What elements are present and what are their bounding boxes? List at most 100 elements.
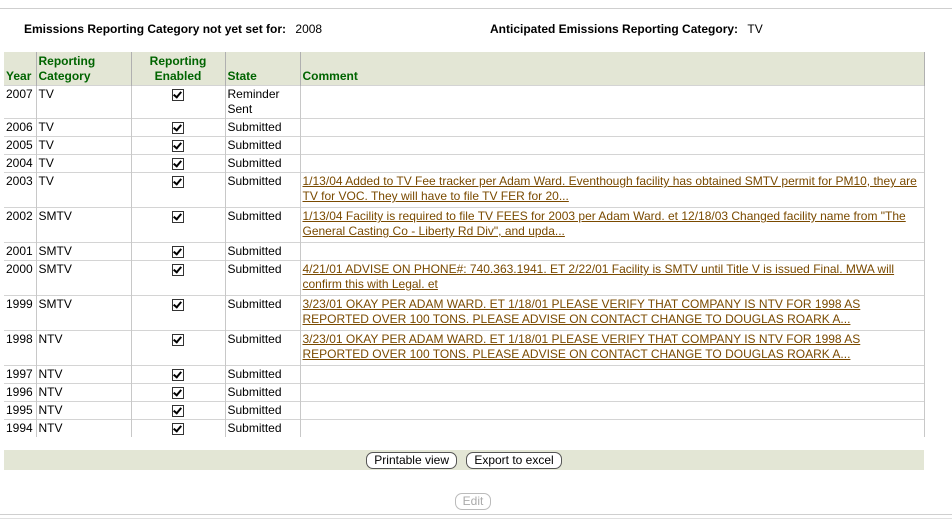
column-header-year: Year (4, 52, 37, 86)
category-cell: NTV (36, 330, 132, 366)
enabled-checkbox[interactable] (172, 334, 184, 347)
comment-cell: 1/13/04 Facility is required to file TV … (300, 207, 925, 243)
category-cell: TV (36, 136, 132, 155)
table-row: 2005 TV Submitted (4, 136, 925, 155)
reporting-table-container: Year Reporting Category Reporting Enable… (4, 52, 925, 437)
year-cell: 2001 (4, 242, 37, 261)
table-footer-bar: Printable view Export to excel (4, 450, 924, 470)
not-yet-set-label: Emissions Reporting Category not yet set… (24, 22, 287, 36)
state-cell: Submitted (225, 242, 301, 261)
state-cell: Submitted (225, 295, 301, 331)
year-cell: 2003 (4, 172, 37, 208)
enabled-checkbox[interactable] (172, 122, 184, 135)
year-cell: 1994 (4, 419, 37, 437)
year-cell: 2006 (4, 118, 37, 137)
enabled-checkbox[interactable] (172, 211, 184, 224)
state-cell: Submitted (225, 419, 301, 437)
enabled-cell (131, 154, 226, 173)
state-cell: Submitted (225, 172, 301, 208)
comment-cell: 1/13/04 Added to TV Fee tracker per Adam… (300, 172, 925, 208)
year-cell: 1996 (4, 383, 37, 402)
column-header-category: Reporting Category (36, 52, 132, 86)
edit-button[interactable]: Edit (454, 493, 492, 510)
state-cell: Submitted (225, 136, 301, 155)
enabled-checkbox[interactable] (172, 405, 184, 418)
comment-cell (300, 136, 925, 155)
table-row: 1999 SMTV Submitted 3/23/01 OKAY PER ADA… (4, 295, 925, 331)
year-cell: 2000 (4, 260, 37, 296)
table-row: 2000 SMTV Submitted 4/21/01 ADVISE ON PH… (4, 260, 925, 296)
enabled-cell (131, 419, 226, 437)
enabled-checkbox[interactable] (172, 423, 184, 436)
column-header-state: State (225, 52, 301, 86)
anticipated-category-value: TV (747, 22, 763, 36)
comment-cell (300, 383, 925, 402)
comment-link[interactable]: 1/13/04 Facility is required to file TV … (303, 209, 906, 238)
state-cell: Reminder Sent (225, 85, 301, 119)
enabled-checkbox[interactable] (172, 264, 184, 277)
enabled-checkbox[interactable] (172, 89, 184, 102)
category-cell: NTV (36, 419, 132, 437)
enabled-cell (131, 172, 226, 208)
comment-link[interactable]: 1/13/04 Added to TV Fee tracker per Adam… (303, 174, 917, 203)
enabled-cell (131, 85, 226, 119)
enabled-cell (131, 118, 226, 137)
category-cell: NTV (36, 383, 132, 402)
top-divider (0, 8, 952, 9)
category-cell: TV (36, 172, 132, 208)
enabled-checkbox[interactable] (172, 140, 184, 153)
state-cell: Submitted (225, 383, 301, 402)
category-cell: SMTV (36, 207, 132, 243)
enabled-cell (131, 401, 226, 420)
table-row: 2007 TV Reminder Sent (4, 85, 925, 119)
category-cell: SMTV (36, 242, 132, 261)
printable-view-button[interactable]: Printable view (366, 452, 457, 469)
year-cell: 1999 (4, 295, 37, 331)
column-header-enabled: Reporting Enabled (131, 52, 226, 86)
category-cell: TV (36, 154, 132, 173)
state-cell: Submitted (225, 118, 301, 137)
year-cell: 1995 (4, 401, 37, 420)
state-cell: Submitted (225, 330, 301, 366)
category-cell: NTV (36, 365, 132, 384)
enabled-checkbox[interactable] (172, 158, 184, 171)
export-to-excel-button[interactable]: Export to excel (466, 452, 562, 469)
comment-link[interactable]: 4/21/01 ADVISE ON PHONE#: 740.363.1941. … (303, 262, 895, 291)
not-yet-set-year: 2008 (295, 22, 323, 36)
enabled-checkbox[interactable] (172, 299, 184, 312)
table-row: 2003 TV Submitted 1/13/04 Added to TV Fe… (4, 172, 925, 208)
edit-button-area: Edit (0, 491, 946, 510)
comment-cell (300, 401, 925, 420)
year-cell: 2002 (4, 207, 37, 243)
comment-link[interactable]: 3/23/01 OKAY PER ADAM WARD. ET 1/18/01 P… (303, 297, 861, 326)
comment-link[interactable]: 3/23/01 OKAY PER ADAM WARD. ET 1/18/01 P… (303, 332, 861, 361)
comment-cell (300, 242, 925, 261)
enabled-checkbox[interactable] (172, 246, 184, 259)
table-header-row: Year Reporting Category Reporting Enable… (4, 52, 925, 86)
comment-cell (300, 85, 925, 119)
category-cell: TV (36, 85, 132, 119)
table-row: 1997 NTV Submitted (4, 365, 925, 384)
category-cell: NTV (36, 401, 132, 420)
enabled-checkbox[interactable] (172, 176, 184, 189)
bottom-divider (0, 514, 952, 515)
enabled-cell (131, 365, 226, 384)
table-row: 1995 NTV Submitted (4, 401, 925, 420)
year-cell: 1997 (4, 365, 37, 384)
comment-cell (300, 118, 925, 137)
enabled-checkbox[interactable] (172, 387, 184, 400)
category-cell: SMTV (36, 295, 132, 331)
year-cell: 1998 (4, 330, 37, 366)
enabled-cell (131, 136, 226, 155)
category-cell: TV (36, 118, 132, 137)
state-cell: Submitted (225, 154, 301, 173)
table-row: 1996 NTV Submitted (4, 383, 925, 402)
comment-cell (300, 365, 925, 384)
enabled-checkbox[interactable] (172, 369, 184, 382)
anticipated-category-label: Anticipated Emissions Reporting Category… (490, 22, 739, 36)
comment-cell: 3/23/01 OKAY PER ADAM WARD. ET 1/18/01 P… (300, 330, 925, 366)
table-row: 2001 SMTV Submitted (4, 242, 925, 261)
category-cell: SMTV (36, 260, 132, 296)
year-cell: 2004 (4, 154, 37, 173)
state-cell: Submitted (225, 207, 301, 243)
